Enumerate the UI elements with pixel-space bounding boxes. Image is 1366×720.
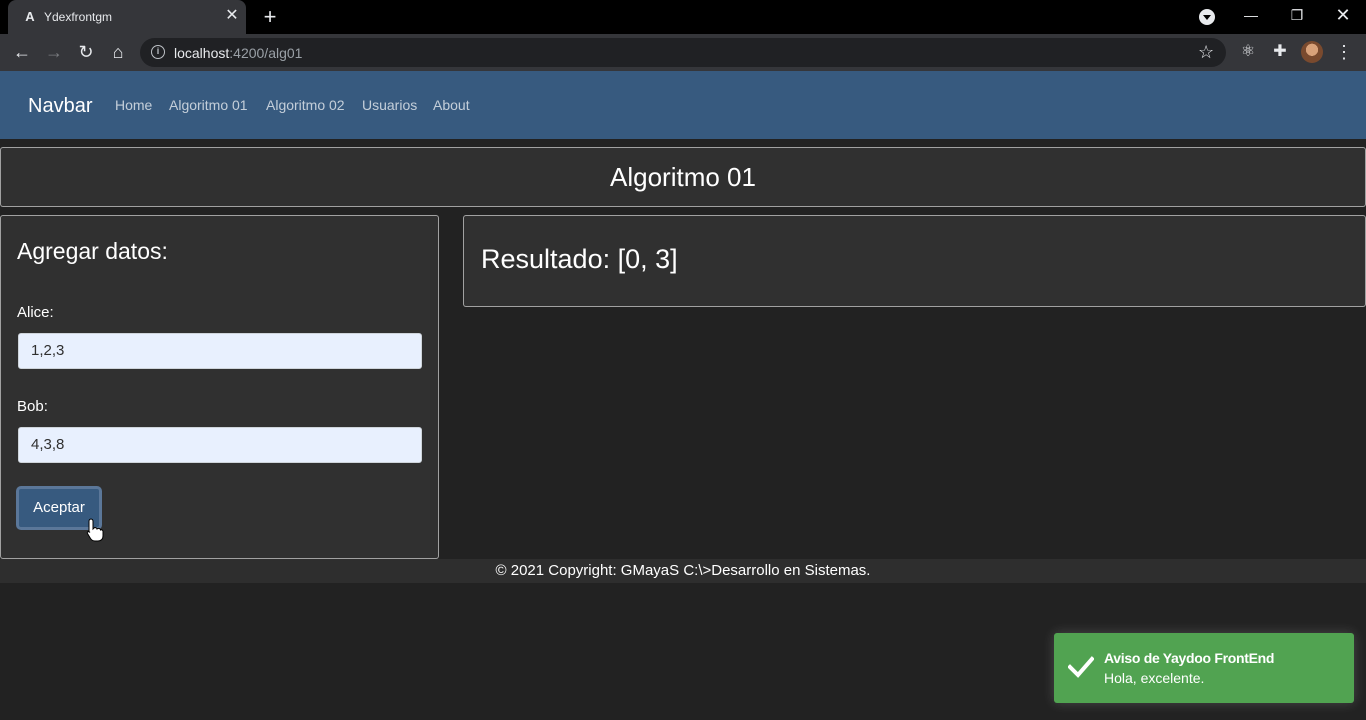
puzzle-icon[interactable]: ✚ xyxy=(1270,42,1290,62)
toast-message: Hola, excelente. xyxy=(1104,670,1205,686)
result-text: Resultado: [0, 3] xyxy=(481,244,678,274)
footer: © 2021 Copyright: GMayaS C:\>Desarrollo … xyxy=(0,559,1366,583)
hand-cursor-icon xyxy=(86,518,104,542)
form-card: Agregar datos: Alice: 1,2,3 Bob: 4,3,8 A… xyxy=(0,215,439,559)
restore-icon[interactable]: ❐ xyxy=(1285,4,1309,26)
page-title: Algoritmo 01 xyxy=(610,162,756,192)
title-card: Algoritmo 01 xyxy=(0,147,1366,207)
tab-search-icon[interactable] xyxy=(1199,9,1215,25)
new-tab-icon[interactable]: + xyxy=(258,6,282,28)
browser-tab-bar: A Ydexfrontgm ✕ + — ❐ ✕ xyxy=(0,0,1366,34)
url-host: localhost xyxy=(174,45,230,61)
reload-icon[interactable]: ↻ xyxy=(76,42,96,62)
tab-close-icon[interactable]: ✕ xyxy=(224,8,240,24)
navbar-brand[interactable]: Navbar xyxy=(28,95,92,118)
tab-title: Ydexfrontgm xyxy=(44,10,113,24)
toast-title: Aviso de Yaydoo FrontEnd xyxy=(1104,650,1275,666)
address-bar[interactable]: i localhost:4200/alg01 ☆ xyxy=(140,38,1226,67)
window-close-icon[interactable]: ✕ xyxy=(1331,4,1355,26)
url-text[interactable]: localhost:4200/alg01 xyxy=(174,45,302,61)
menu-icon[interactable]: ⋮ xyxy=(1334,42,1354,62)
forward-icon[interactable]: → xyxy=(44,42,64,62)
back-icon[interactable]: ← xyxy=(12,42,32,62)
nav-link-home[interactable]: Home xyxy=(115,97,152,113)
browser-tab[interactable]: A Ydexfrontgm ✕ xyxy=(8,0,246,34)
browser-toolbar: ← → ↻ ⌂ i localhost:4200/alg01 ☆ ⚛ ✚ ⋮ xyxy=(0,34,1366,71)
form-title: Agregar datos: xyxy=(17,238,168,264)
angular-favicon-icon: A xyxy=(25,9,35,24)
nav-link-usuarios[interactable]: Usuarios xyxy=(362,97,417,113)
nav-link-about[interactable]: About xyxy=(433,97,470,113)
bookmark-star-icon[interactable]: ☆ xyxy=(1198,42,1214,62)
check-icon xyxy=(1068,656,1094,678)
alice-input[interactable]: 1,2,3 xyxy=(18,333,422,369)
alice-label: Alice: xyxy=(17,304,54,321)
info-icon[interactable]: i xyxy=(151,45,165,59)
profile-avatar[interactable] xyxy=(1301,41,1323,63)
result-card: Resultado: [0, 3] xyxy=(463,215,1366,307)
bob-label: Bob: xyxy=(17,398,48,415)
home-icon[interactable]: ⌂ xyxy=(108,42,128,62)
bob-input[interactable]: 4,3,8 xyxy=(18,427,422,463)
nav-link-algoritmo-01[interactable]: Algoritmo 01 xyxy=(169,97,248,113)
toast-notification[interactable]: Aviso de Yaydoo FrontEnd Hola, excelente… xyxy=(1054,633,1354,703)
url-path: :4200/alg01 xyxy=(229,45,303,61)
nav-link-algoritmo-02[interactable]: Algoritmo 02 xyxy=(266,97,345,113)
navbar: Navbar Home Algoritmo 01 Algoritmo 02 Us… xyxy=(0,71,1366,139)
minimize-icon[interactable]: — xyxy=(1239,4,1263,26)
extension-icon[interactable]: ⚛ xyxy=(1238,42,1258,62)
